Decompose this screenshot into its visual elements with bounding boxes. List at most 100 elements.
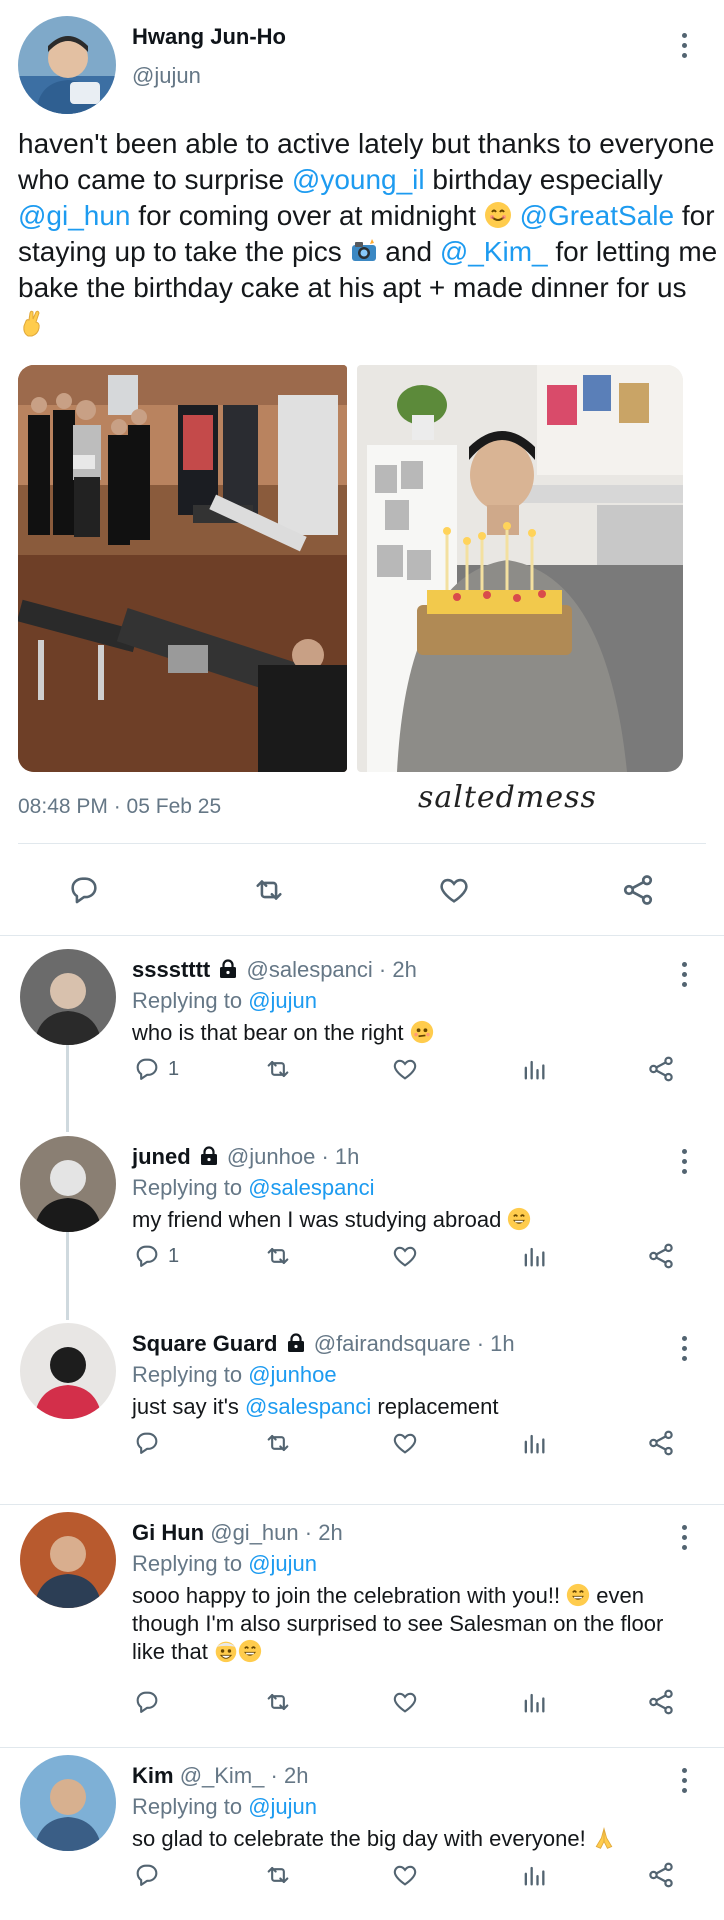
mention-link[interactable]: @young_il [292,164,425,195]
more-vertical-icon[interactable] [672,1331,696,1365]
replying-to: Replying to @jujun [132,1794,317,1820]
like-button[interactable] [390,1055,420,1083]
author-name[interactable]: Gi Hun [132,1520,204,1545]
author-name[interactable]: Square Guard [132,1331,277,1356]
reply-icon [71,877,97,904]
share-icon [649,1689,673,1715]
reply-time[interactable]: · 2h [379,957,417,982]
reply-icon [136,1864,158,1886]
mention-link[interactable]: @jujun [248,988,317,1013]
views-icon [524,1693,545,1713]
retweet-button[interactable] [262,1242,294,1270]
share-button[interactable] [646,1860,676,1890]
thread-line [66,1045,69,1132]
reply-time[interactable]: · 2h [305,1520,343,1545]
replying-to: Replying to @jujun [132,988,317,1014]
share-icon [623,875,653,905]
reply-count: 1 [168,1244,180,1267]
avatar[interactable] [20,1755,116,1851]
reply-button[interactable] [132,1861,168,1889]
author-handle[interactable]: @_Kim_ [180,1763,265,1788]
author-handle[interactable]: @junhoe [227,1144,315,1169]
like-icon [440,878,468,903]
tweet-text-segment: birthday especially [424,164,663,195]
share-button[interactable] [646,1687,676,1717]
author-name[interactable]: sssstttt [132,957,210,982]
views-button[interactable] [520,1242,548,1270]
mention-link[interactable]: @salespanci [245,1394,371,1419]
more-vertical-icon[interactable] [672,28,696,62]
reply-button[interactable] [132,1429,168,1457]
mention-link[interactable]: @_Kim_ [440,236,548,267]
reply-header: sssstttt @salespanci · 2h [132,957,417,983]
more-vertical-icon[interactable] [672,1520,696,1554]
avatar[interactable] [20,949,116,1045]
like-button[interactable] [436,873,472,907]
author-handle[interactable]: @salespanci [247,957,373,982]
replying-to: Replying to @jujun [132,1551,317,1577]
author-name[interactable]: juned [132,1144,191,1169]
reply-time[interactable]: · 1h [477,1331,515,1356]
avatar[interactable] [20,1323,116,1419]
share-button[interactable] [620,872,656,908]
share-button[interactable] [646,1054,676,1084]
replying-label: Replying to [132,988,249,1013]
reply-button[interactable]: 1 [132,1242,179,1270]
folded-hands-emoji-icon [595,1826,613,1849]
reply-header: Square Guard @fairandsquare · 1h [132,1331,515,1357]
avatar[interactable] [18,16,116,114]
more-vertical-icon[interactable] [672,1144,696,1178]
mention-link[interactable]: @salespanci [248,1175,374,1200]
reply-text-segment: my friend when I was studying abroad [132,1207,508,1232]
mention-link[interactable]: @GreatSale [520,200,675,231]
retweet-button[interactable] [262,1055,294,1083]
like-icon [393,1865,417,1886]
retweet-icon [267,1247,289,1265]
reply-text: who is that bear on the right [132,1019,702,1047]
views-icon [524,1060,545,1080]
tweet-timestamp[interactable]: 08:48 PM · 05 Feb 25 [18,795,221,819]
views-button[interactable] [520,1861,548,1889]
retweet-icon [267,1060,289,1078]
replying-label: Replying to [132,1175,249,1200]
reply-time[interactable]: · 1h [321,1144,359,1169]
reply-time[interactable]: · 2h [271,1763,309,1788]
flushed-face-emoji-icon [410,1020,433,1044]
more-vertical-icon[interactable] [672,957,696,991]
share-button[interactable] [646,1241,676,1271]
mention-link[interactable]: @junhoe [248,1362,336,1387]
thread-line [66,1232,69,1320]
like-button[interactable] [390,1688,420,1716]
retweet-button[interactable] [262,1688,294,1716]
reply-button[interactable]: 1 [132,1055,179,1083]
author-handle[interactable]: @gi_hun [210,1520,298,1545]
reply-button[interactable] [66,873,102,907]
photo-gym-group[interactable] [18,365,347,772]
retweet-button[interactable] [250,873,288,907]
mention-link[interactable]: @jujun [248,1551,317,1576]
author-name[interactable]: Kim [132,1763,174,1788]
author-handle[interactable]: @jujun [132,63,201,89]
reply-icon [136,1432,158,1454]
retweet-button[interactable] [262,1429,294,1457]
avatar[interactable] [20,1512,116,1608]
author-name[interactable]: Hwang Jun-Ho [132,24,286,50]
avatar[interactable] [20,1136,116,1232]
mention-link[interactable]: @jujun [248,1794,317,1819]
author-handle[interactable]: @fairandsquare [314,1331,471,1356]
more-vertical-icon[interactable] [672,1763,696,1797]
like-button[interactable] [390,1429,420,1457]
mention-link[interactable]: @gi_hun [18,200,131,231]
photo-birthday-cake[interactable] [357,365,683,772]
like-icon [393,1433,417,1454]
reply-text-segment: sooo happy to join the celebration with … [132,1583,567,1608]
like-button[interactable] [390,1861,420,1889]
share-button[interactable] [646,1428,676,1458]
views-button[interactable] [520,1429,548,1457]
retweet-button[interactable] [262,1861,294,1889]
views-button[interactable] [520,1055,548,1083]
lock-icon [200,1146,217,1165]
reply-button[interactable] [132,1688,168,1716]
like-button[interactable] [390,1242,420,1270]
views-button[interactable] [520,1688,548,1716]
